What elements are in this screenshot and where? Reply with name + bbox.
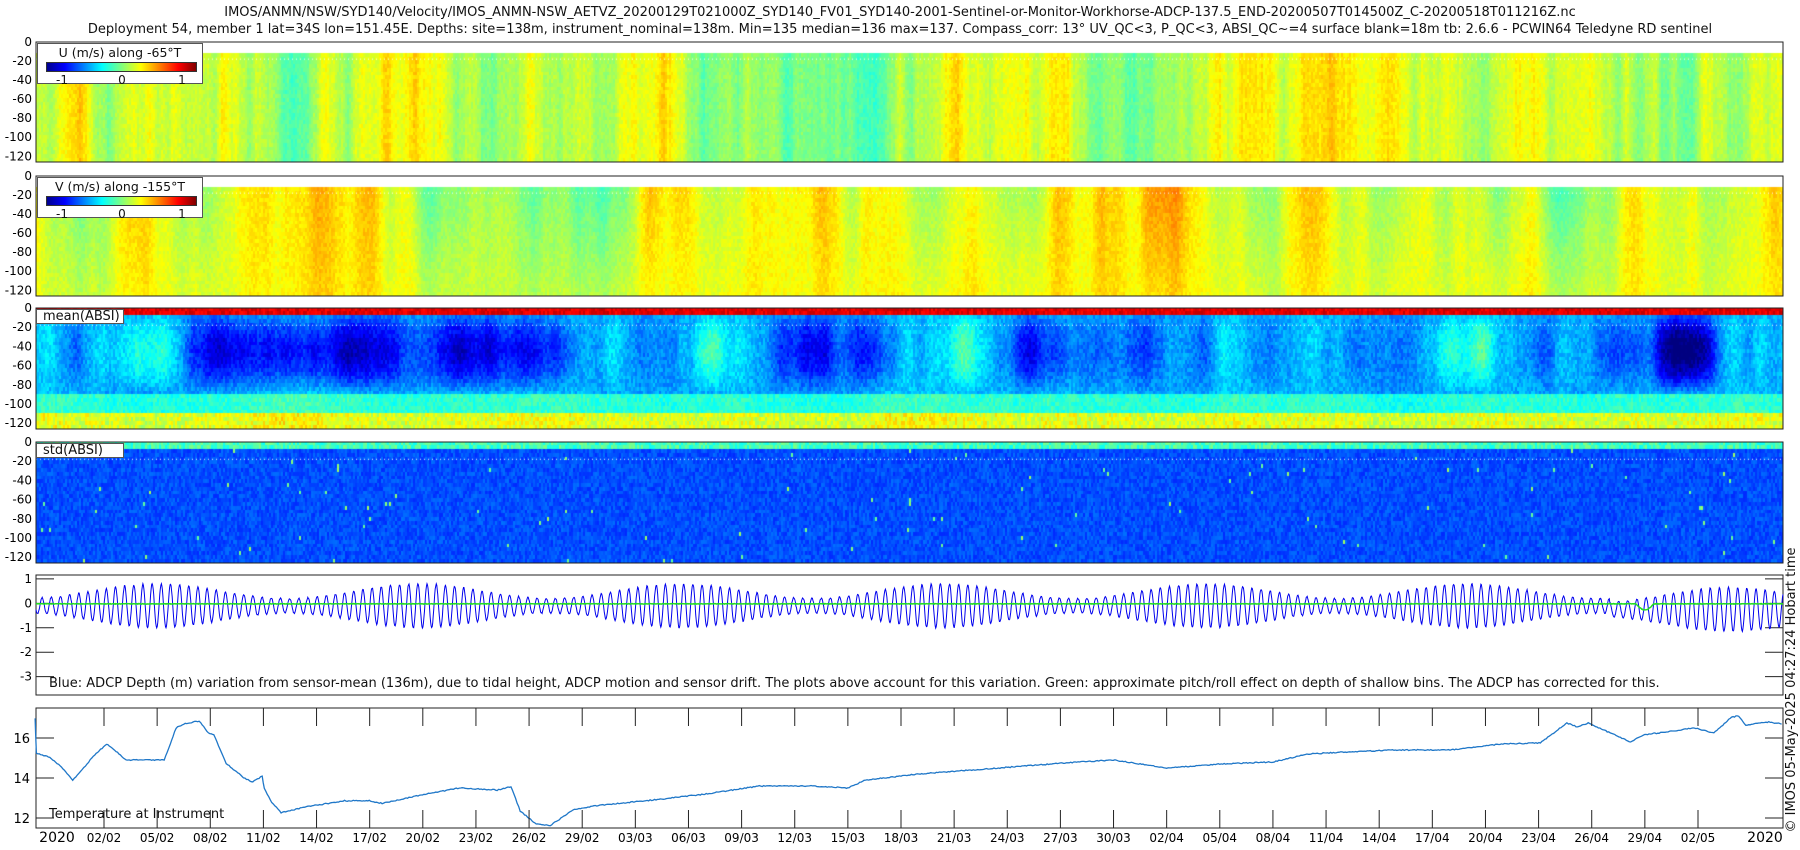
x-tick-label: 02/05	[1681, 831, 1716, 845]
x-tick-label: 17/04	[1415, 831, 1450, 845]
y-tick-label-u: -20	[12, 54, 32, 68]
v-colorbar-tick: -1	[56, 207, 68, 221]
y-tick-label-u: -80	[12, 111, 32, 125]
x-tick-label: 26/04	[1574, 831, 1609, 845]
x-tick-label: 29/04	[1628, 831, 1663, 845]
u-colorbar-tick: 1	[178, 73, 186, 87]
y-tick-label-std_absi: -120	[5, 550, 32, 564]
y-tick-label-std_absi: -40	[12, 473, 32, 487]
y-tick-label-temperature: 12	[13, 812, 30, 827]
y-tick-label-mean_absi: -40	[12, 339, 32, 353]
x-tick-label: 05/02	[140, 831, 175, 845]
y-tick-label-std_absi: -20	[12, 454, 32, 468]
x-tick-label: 18/03	[884, 831, 919, 845]
y-tick-label-u: -60	[12, 92, 32, 106]
depth-note: Blue: ADCP Depth (m) variation from sens…	[49, 676, 1660, 691]
y-tick-label-depth: -3	[20, 670, 32, 684]
plot-frame-temperature	[35, 707, 1784, 829]
x-tick-label: 23/04	[1521, 831, 1556, 845]
x-tick-label: 27/03	[1043, 831, 1078, 845]
pitch-roll-line	[36, 602, 1783, 611]
y-tick-label-depth: -1	[20, 621, 32, 635]
x-tick-label: 08/04	[1256, 831, 1291, 845]
x-year-label-right: 2020	[1747, 830, 1783, 846]
x-tick-label: 02/04	[1149, 831, 1184, 845]
y-tick-label-std_absi: -80	[12, 512, 32, 526]
v-colorbar-tick: 0	[118, 207, 126, 221]
y-tick-label-depth: 1	[24, 572, 32, 586]
plot-frame-u	[35, 41, 1784, 163]
x-tick-label: 15/03	[831, 831, 866, 845]
y-tick-label-u: 0	[24, 35, 32, 49]
x-tick-label: 02/02	[87, 831, 122, 845]
plot-frame-mean_absi	[35, 307, 1784, 430]
x-tick-label: 29/02	[565, 831, 600, 845]
timestamp: © IMOS 05-May-2025 04:27:24 Hobart time	[1784, 547, 1799, 833]
y-tick-label-u: -120	[5, 149, 32, 163]
y-tick-label-u: -100	[5, 130, 32, 144]
plot-frame-v	[35, 175, 1784, 297]
y-tick-label-v: -60	[12, 226, 32, 240]
x-year-label-left: 2020	[39, 830, 75, 846]
y-tick-label-mean_absi: -80	[12, 378, 32, 392]
y-tick-label-v: -80	[12, 245, 32, 259]
y-tick-label-v: -100	[5, 264, 32, 278]
depth-variation-line	[35, 581, 1784, 634]
x-tick-label: 20/02	[406, 831, 441, 845]
x-tick-label: 11/02	[246, 831, 281, 845]
axes-layer: 0-20-40-60-80-100-1200-20-40-60-80-100-1…	[5, 35, 1784, 846]
y-tick-label-u: -40	[12, 73, 32, 87]
x-tick-label: 12/03	[777, 831, 812, 845]
y-tick-label-v: -40	[12, 207, 32, 221]
temperature-line	[34, 715, 1782, 827]
x-tick-label: 23/02	[459, 831, 494, 845]
v-legend-title: V (m/s) along -155°T	[54, 179, 186, 194]
y-tick-label-v: -120	[5, 283, 32, 297]
y-tick-label-std_absi: 0	[24, 435, 32, 449]
x-tick-label: 06/03	[671, 831, 706, 845]
x-tick-label: 09/03	[724, 831, 759, 845]
y-tick-label-mean_absi: -100	[5, 397, 32, 411]
x-tick-label: 14/04	[1362, 831, 1397, 845]
plot-frame-std_absi	[35, 441, 1784, 564]
x-tick-label: 20/04	[1468, 831, 1503, 845]
x-tick-label: 11/04	[1309, 831, 1344, 845]
adcp-figure: IMOS/ANMN/NSW/SYD140/Velocity/IMOS_ANMN-…	[0, 0, 1800, 850]
y-tick-label-temperature: 14	[13, 772, 30, 787]
x-tick-label: 21/03	[937, 831, 972, 845]
v-colorbar-legend: V (m/s) along -155°T -1 0 1	[37, 177, 203, 221]
y-tick-label-std_absi: -100	[5, 531, 32, 545]
y-tick-label-mean_absi: -20	[12, 320, 32, 334]
y-tick-label-depth: 0	[24, 596, 32, 610]
v-colorbar-tick: 1	[178, 207, 186, 221]
x-tick-label: 26/02	[512, 831, 547, 845]
u-colorbar	[46, 62, 197, 72]
x-tick-label: 30/03	[1096, 831, 1131, 845]
y-tick-label-mean_absi: 0	[24, 301, 32, 315]
y-tick-label-mean_absi: -120	[5, 416, 32, 430]
x-tick-label: 03/03	[618, 831, 653, 845]
y-tick-label-depth: -2	[20, 645, 32, 659]
std-absi-label: std(ABSI)	[36, 443, 124, 458]
y-tick-label-v: -20	[12, 188, 32, 202]
u-colorbar-tick: -1	[56, 73, 68, 87]
u-colorbar-tick: 0	[118, 73, 126, 87]
u-legend-title: U (m/s) along -65°T	[58, 45, 182, 60]
y-tick-label-std_absi: -60	[12, 493, 32, 507]
x-tick-label: 14/02	[299, 831, 334, 845]
y-tick-label-temperature: 16	[13, 732, 30, 747]
y-tick-label-mean_absi: -60	[12, 359, 32, 373]
temperature-label: Temperature at Instrument	[49, 807, 225, 822]
x-tick-label: 24/03	[990, 831, 1025, 845]
y-tick-label-v: 0	[24, 169, 32, 183]
x-tick-label: 08/02	[193, 831, 228, 845]
u-colorbar-legend: U (m/s) along -65°T -1 0 1	[37, 43, 203, 87]
x-tick-label: 17/02	[352, 831, 387, 845]
mean-absi-label: mean(ABSI)	[36, 309, 124, 324]
x-tick-label: 05/04	[1202, 831, 1237, 845]
v-colorbar	[46, 196, 197, 206]
